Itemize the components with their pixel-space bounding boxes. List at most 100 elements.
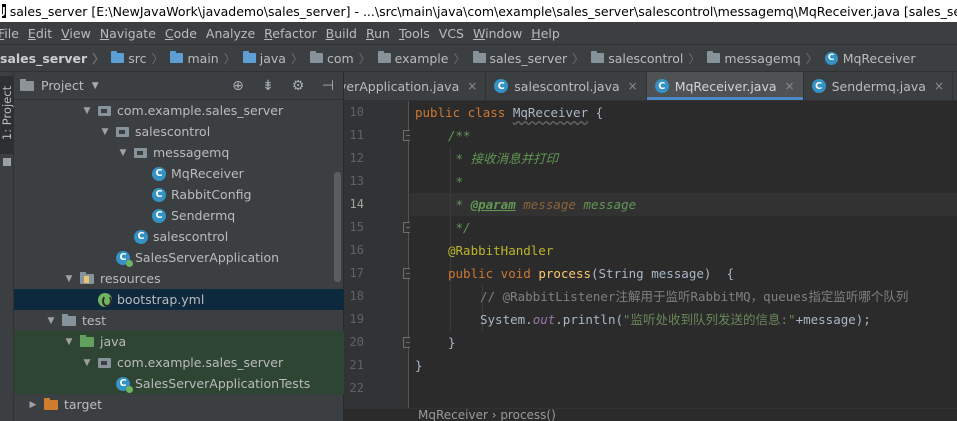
line-number: 11 [349, 128, 364, 142]
tree-item[interactable]: ▼ resources [14, 268, 344, 289]
expand-arrow-icon[interactable]: ▼ [82, 106, 92, 116]
editor-tab[interactable]: C MqReceiver.java × [646, 72, 804, 100]
breadcrumb-item[interactable]: java 〉 [241, 50, 308, 67]
locate-target-icon[interactable]: ⊕ [230, 78, 246, 94]
folder-icon [377, 51, 391, 63]
menu-item-navigate[interactable]: Navigate [95, 26, 160, 41]
menu-item-analyze[interactable]: Analyze [201, 26, 259, 41]
close-tab-icon[interactable]: × [467, 79, 477, 93]
breadcrumb-item[interactable]: sales_server 〉 [0, 50, 109, 67]
menu-item-file[interactable]: File [0, 26, 23, 41]
close-tab-icon[interactable]: × [934, 79, 944, 93]
close-tab-icon[interactable]: × [628, 79, 638, 93]
tree-item[interactable]: C Sendermq [14, 205, 344, 226]
tree-item[interactable]: ▼ salescontrol [14, 121, 344, 142]
breadcrumb-separator-icon: 〉 [358, 51, 371, 66]
structure-icon[interactable] [3, 158, 11, 166]
project-panel-toolbar: ⊕ ⇟ ⚙ ⊣ [230, 78, 336, 94]
breadcrumb-separator-icon: 〉 [290, 51, 303, 66]
menu-item-refactor[interactable]: Refactor [259, 26, 320, 41]
excluded-folder-icon [44, 397, 58, 410]
project-tree-scrollbar[interactable] [334, 172, 341, 282]
editor-breadcrumb[interactable]: MqReceiver › process() [344, 408, 957, 421]
tree-item[interactable]: C MqReceiver [14, 163, 344, 184]
editor-tab[interactable]: Csalescontrol.java × [486, 72, 647, 100]
tree-item[interactable]: C RabbitConfig [14, 184, 344, 205]
menu-bar: File Edit View Navigate Code Analyze Refactor B… [0, 22, 957, 44]
menu-item-help[interactable]: Help [526, 26, 564, 41]
expand-arrow-icon[interactable]: ▼ [118, 148, 128, 158]
tree-item[interactable]: ▼ com.example.sales_server [14, 352, 344, 373]
breadcrumb-item[interactable]: main 〉 [168, 50, 240, 67]
editor-gutter: 10 11 12 13 14 15 16 17 18 19 20 21 22− − − − [344, 101, 414, 408]
project-view-selector[interactable]: Project ▼ [20, 78, 99, 93]
editor-tab[interactable]: CRabb [953, 72, 957, 100]
editor-tab[interactable]: C Sendermq.java × [804, 72, 954, 100]
tree-item[interactable]: ▼ com.example.sales_server [14, 100, 344, 121]
code-line-21: } [415, 358, 423, 373]
editor-tab[interactable]: verApplication.java × [344, 72, 487, 100]
hide-panel-icon[interactable]: ⊣ [320, 78, 336, 94]
tree-item[interactable]: ▶ target [14, 394, 344, 415]
line-number: 12 [349, 151, 364, 165]
tree-item[interactable]: C SalesServerApplicationTests [14, 373, 344, 394]
project-panel-title: Project [41, 78, 84, 93]
yaml-file-icon [98, 292, 112, 307]
breadcrumb-item[interactable]: src 〉 [109, 50, 168, 67]
menu-item-vcs[interactable]: VCS [434, 26, 468, 41]
menu-item-code[interactable]: Code [160, 26, 201, 41]
menu-item-run[interactable]: Run [361, 26, 394, 41]
expand-arrow-icon[interactable]: ▼ [82, 358, 92, 368]
project-tool-tab[interactable]: 1: Project [0, 76, 14, 154]
expand-arrow-icon[interactable]: ▼ [64, 274, 74, 284]
expand-arrow-icon[interactable]: ▼ [64, 337, 74, 347]
left-tool-stripe: 1: Project [0, 72, 14, 421]
menu-item-edit[interactable]: Edit [23, 26, 56, 41]
code-line-12: * 接收消息并打印 [448, 151, 559, 166]
line-number: 19 [349, 312, 364, 326]
window-title: sales_server [E:\NewJavaWork\javademo\sa… [9, 3, 957, 19]
tree-item[interactable]: ▼ test [14, 310, 344, 331]
line-number: 14 [349, 197, 364, 211]
project-folder-icon [20, 78, 34, 91]
line-number: 21 [349, 358, 364, 372]
code-editor[interactable]: public class MqReceiver { /** * 接收消息并打印 … [410, 101, 957, 408]
tree-item[interactable]: bootstrap.yml [14, 289, 344, 310]
breadcrumb-separator-icon: 〉 [92, 51, 105, 66]
tree-item-label: RabbitConfig [171, 187, 252, 202]
breadcrumb-item[interactable]: sales_server 〉 [471, 50, 590, 67]
tree-item[interactable]: Csalescontrol [14, 226, 344, 247]
expand-arrow-icon[interactable]: ▼ [100, 127, 110, 137]
menu-item-window[interactable]: Window [468, 26, 526, 41]
tree-item-label: salescontrol [135, 124, 211, 139]
breadcrumb-item[interactable]: messagemq 〉 [705, 50, 822, 67]
expand-arrow-icon[interactable]: ▶ [28, 400, 38, 410]
breadcrumb-item[interactable]: example 〉 [376, 50, 471, 67]
gear-icon[interactable]: ⚙ [290, 78, 306, 94]
close-tab-icon[interactable]: × [785, 79, 795, 93]
folder-icon [707, 51, 721, 63]
tree-item[interactable]: ▼ java [14, 331, 344, 352]
breadcrumb-item[interactable]: salescontrol 〉 [589, 50, 705, 67]
collapse-all-icon[interactable]: ⇟ [260, 78, 276, 94]
class-icon: C [134, 229, 148, 244]
tree-item[interactable]: C SalesServerApplication [14, 247, 344, 268]
menu-item-view[interactable]: View [56, 26, 95, 41]
code-line-19: System.out.println("监听处收到队列发送的信息:"+messa… [480, 312, 871, 327]
tree-item[interactable]: ▼ messagemq [14, 142, 344, 163]
expand-arrow-icon[interactable]: ▼ [46, 316, 56, 326]
tree-item-label: SalesServerApplicationTests [135, 376, 311, 391]
breadcrumb-item[interactable]: C MqReceiver [823, 51, 916, 66]
menu-item-tools[interactable]: Tools [394, 26, 434, 41]
line-number: 15 [349, 220, 364, 234]
editor-tab-label: verApplication.java [344, 78, 460, 94]
code-line-17: public void process(String message) { [448, 266, 734, 281]
breadcrumb-item[interactable]: com 〉 [308, 50, 376, 67]
breadcrumb-separator-icon: 〉 [805, 51, 818, 66]
package-icon [134, 147, 147, 158]
tree-item-label: java [100, 334, 127, 349]
menu-item-build[interactable]: Build [321, 26, 361, 41]
folder-icon [111, 51, 125, 63]
package-icon [116, 126, 129, 137]
editor-tab-label: MqReceiver.java [674, 78, 777, 94]
